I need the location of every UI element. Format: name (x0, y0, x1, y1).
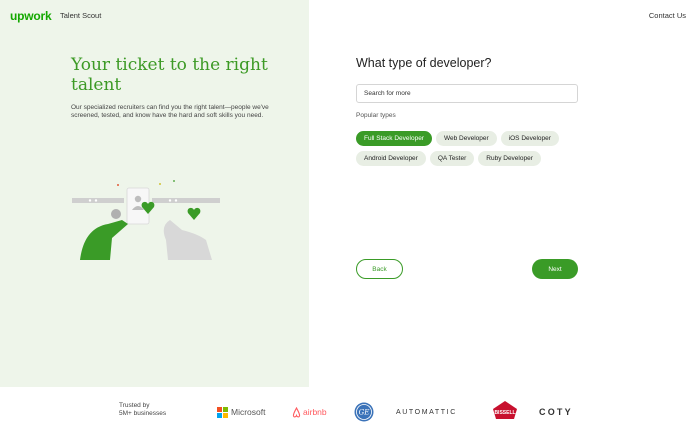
question-title: What type of developer? (356, 56, 492, 70)
automattic-logo: AUTOMATTIC (396, 403, 457, 421)
automattic-wordmark: AUTOMATTIC (396, 408, 457, 416)
airbnb-icon (292, 406, 301, 417)
ge-monogram-text: GE (359, 409, 370, 417)
trusted-line-2: 5M+ businesses (119, 410, 167, 417)
chip-ruby-developer[interactable]: Ruby Developer (478, 151, 541, 166)
footer: Trusted by 5M+ businesses Microsoft airb… (0, 387, 700, 438)
coty-logo: COTY (539, 403, 573, 421)
bissell-logo: BISSELL (491, 401, 519, 419)
microsoft-logo: Microsoft (217, 403, 265, 421)
microsoft-wordmark: Microsoft (231, 407, 266, 417)
hero-title: Your ticket to the right talent (71, 55, 268, 95)
microsoft-icon (217, 406, 228, 418)
chip-qa-tester[interactable]: QA Tester (429, 151, 475, 166)
back-button[interactable]: Back (356, 259, 403, 279)
chip-ios-developer[interactable]: iOS Developer (500, 131, 559, 146)
contact-us-link[interactable]: Contact Us (649, 11, 686, 20)
popular-types-label: Popular types (356, 112, 396, 119)
trusted-line-1: Trusted by (119, 402, 150, 409)
product-name: Talent Scout (60, 11, 102, 20)
upwork-logo[interactable]: upwork (10, 9, 52, 23)
chip-web-developer[interactable]: Web Developer (435, 131, 497, 146)
chip-android-developer[interactable]: Android Developer (356, 151, 426, 166)
airbnb-wordmark: airbnb (303, 407, 327, 417)
ge-monogram-icon: GE (354, 402, 374, 422)
right-panel: Contact Us What type of developer? Popul… (309, 0, 700, 387)
recruiter-illustration (72, 180, 220, 260)
next-button[interactable]: Next (532, 259, 578, 279)
coty-wordmark: COTY (539, 407, 573, 417)
airbnb-logo: airbnb (292, 403, 327, 421)
trusted-by-text: Trusted by 5M+ businesses (119, 402, 166, 418)
developer-type-chips: Full Stack Developer Web Developer iOS D… (356, 131, 596, 166)
bissell-wordmark: BISSELL (494, 410, 515, 416)
chip-full-stack-developer[interactable]: Full Stack Developer (356, 131, 432, 146)
ge-logo: GE (354, 402, 374, 422)
left-panel: upwork Talent Scout Your ticket to the r… (0, 0, 309, 387)
developer-search-input[interactable] (356, 84, 578, 103)
bissell-badge-icon: BISSELL (493, 401, 517, 419)
page: upwork Talent Scout Your ticket to the r… (0, 0, 700, 438)
hero-description: Our specialized recruiters can find you … (71, 104, 269, 120)
